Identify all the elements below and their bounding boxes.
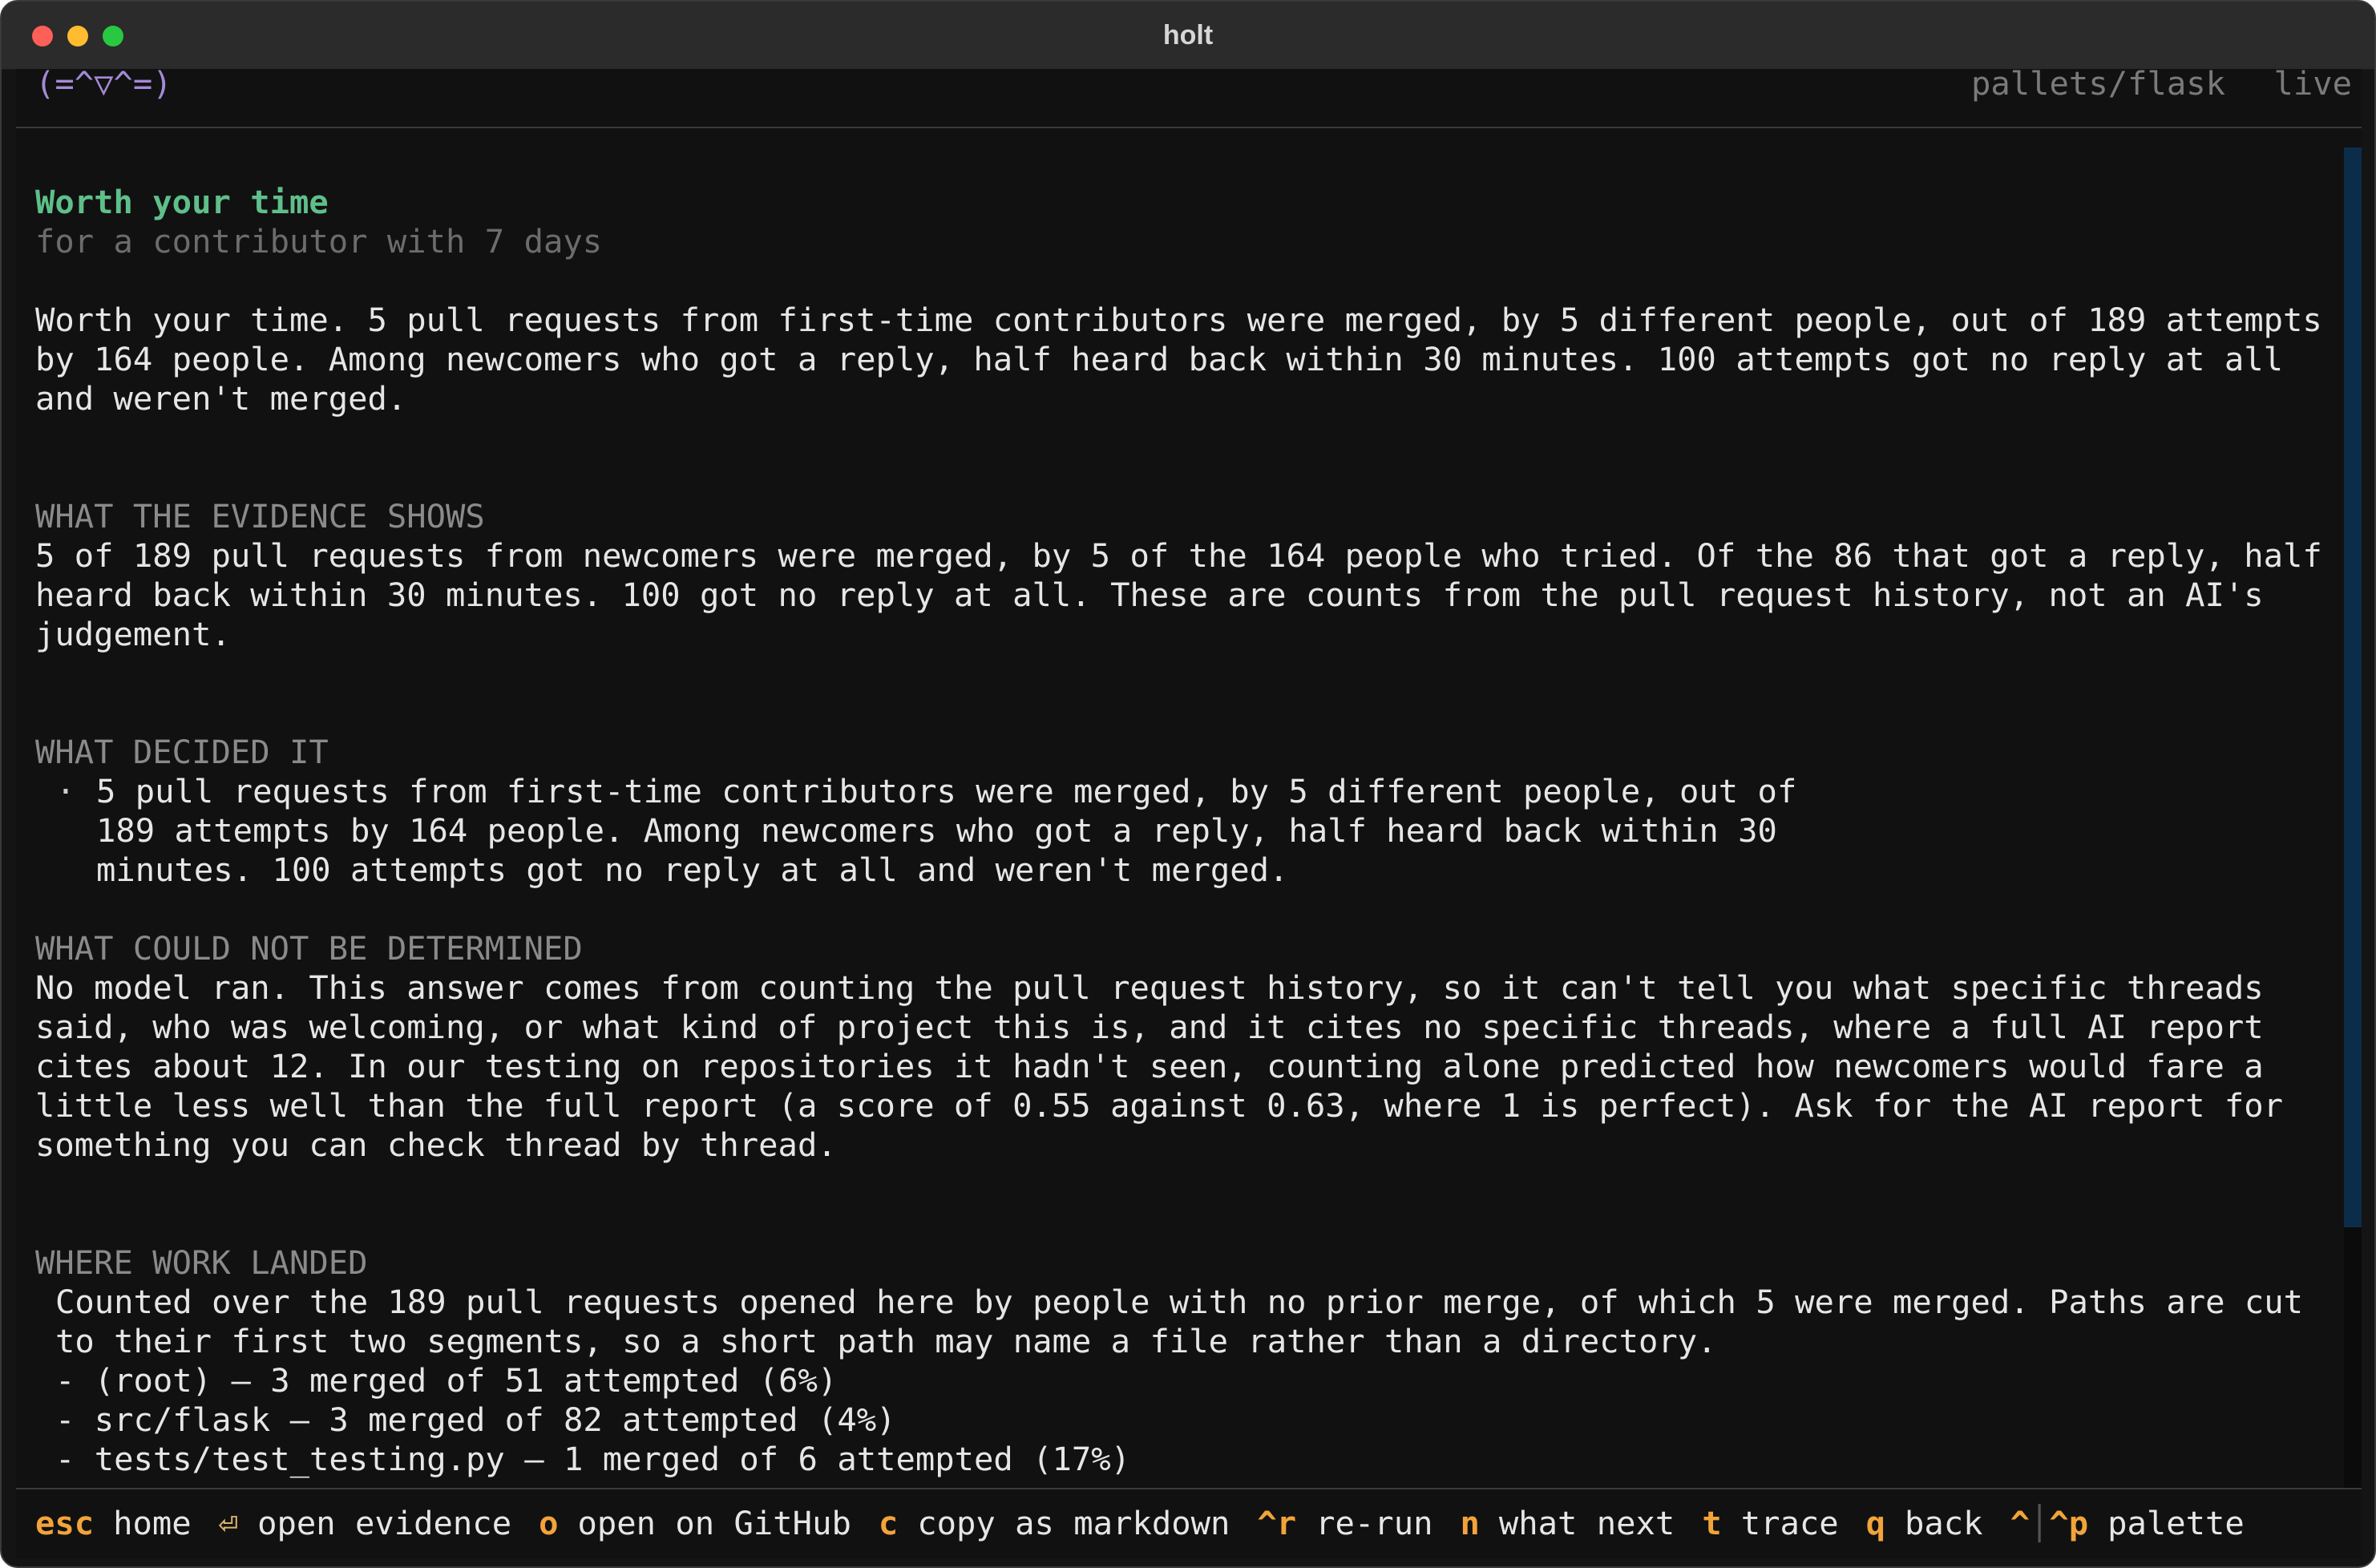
shortcut-label-open-evidence[interactable]: open evidence bbox=[257, 1504, 511, 1543]
shortcut-key-n[interactable]: n bbox=[1460, 1504, 1479, 1543]
report-subtitle: for a contributor with 7 days bbox=[35, 222, 603, 261]
landed-block: Counted over the 189 pull requests opene… bbox=[35, 1283, 2328, 1479]
shortcut-key-t[interactable]: t bbox=[1702, 1504, 1721, 1543]
bullet-icon: · bbox=[55, 772, 76, 810]
landed-intro: Counted over the 189 pull requests opene… bbox=[55, 1283, 2323, 1360]
shortcut-key-o[interactable]: o bbox=[539, 1504, 558, 1543]
shortcut-key-c[interactable]: c bbox=[879, 1504, 898, 1543]
mascot-logo: (=^▽^=) bbox=[35, 64, 172, 103]
repo-name: pallets/flask bbox=[1971, 64, 2225, 103]
shortcut-label-open-github[interactable]: open on GitHub bbox=[577, 1504, 851, 1543]
landed-heading: WHERE WORK LANDED bbox=[35, 1243, 368, 1282]
shortcut-key-caret[interactable]: ^ bbox=[2010, 1504, 2030, 1543]
shortcut-label-back[interactable]: back bbox=[1905, 1504, 1983, 1543]
decided-heading: WHAT DECIDED IT bbox=[35, 733, 329, 771]
report-summary: Worth your time. 5 pull requests from fi… bbox=[35, 301, 2342, 418]
landed-row: - (root) — 3 merged of 51 attempted (6%) bbox=[55, 1361, 838, 1400]
app-header: (=^▽^=) pallets/flask live bbox=[16, 64, 2362, 128]
status-indicator: live bbox=[2273, 64, 2352, 103]
shortcut-label-trace[interactable]: trace bbox=[1741, 1504, 1839, 1543]
undetermined-text: No model ran. This answer comes from cou… bbox=[35, 968, 2303, 1164]
shortcut-key-esc[interactable]: esc bbox=[35, 1504, 94, 1543]
decided-item: · 5 pull requests from first-time contri… bbox=[35, 772, 2328, 890]
shortcut-label-rerun[interactable]: re-run bbox=[1315, 1504, 1432, 1543]
shortcut-key-q[interactable]: q bbox=[1866, 1504, 1885, 1543]
undetermined-heading: WHAT COULD NOT BE DETERMINED bbox=[35, 929, 583, 968]
shortcut-label-home[interactable]: home bbox=[113, 1504, 192, 1543]
terminal-window: holt (=^▽^=) pallets/flask live Worth yo… bbox=[0, 0, 2376, 1568]
landed-row: - tests/test_testing.py — 1 merged of 6 … bbox=[55, 1440, 1131, 1478]
return-key-icon[interactable]: ⏎ bbox=[219, 1504, 238, 1543]
scrollbar-thumb[interactable] bbox=[2344, 148, 2362, 1227]
shortcut-label-copy-markdown[interactable]: copy as markdown bbox=[917, 1504, 1230, 1543]
shortcut-bar: esc home ⏎ open evidence o open on GitHub c… bbox=[16, 1488, 2362, 1558]
landed-row: - src/flask — 3 merged of 82 attempted (… bbox=[55, 1400, 896, 1439]
shortcut-key-rerun[interactable]: ^r bbox=[1257, 1504, 1296, 1543]
window-title: holt bbox=[1162, 20, 1214, 51]
shortcut-key-palette[interactable]: ^p bbox=[2049, 1504, 2088, 1543]
separator: │ bbox=[2029, 1504, 2050, 1542]
shortcut-label-palette[interactable]: palette bbox=[2107, 1504, 2245, 1543]
title-bar: holt bbox=[2, 2, 2374, 70]
terminal-body: (=^▽^=) pallets/flask live Worth your ti… bbox=[16, 64, 2362, 1558]
evidence-text: 5 of 189 pull requests from newcomers we… bbox=[35, 536, 2342, 653]
report-content: Worth your time for a contributor with 7… bbox=[35, 183, 2328, 1479]
report-title: Worth your time bbox=[35, 183, 329, 221]
shortcut-label-what-next[interactable]: what next bbox=[1499, 1504, 1675, 1543]
evidence-heading: WHAT THE EVIDENCE SHOWS bbox=[35, 497, 485, 535]
decided-item-text: 5 pull requests from first-time contribu… bbox=[96, 772, 1816, 889]
